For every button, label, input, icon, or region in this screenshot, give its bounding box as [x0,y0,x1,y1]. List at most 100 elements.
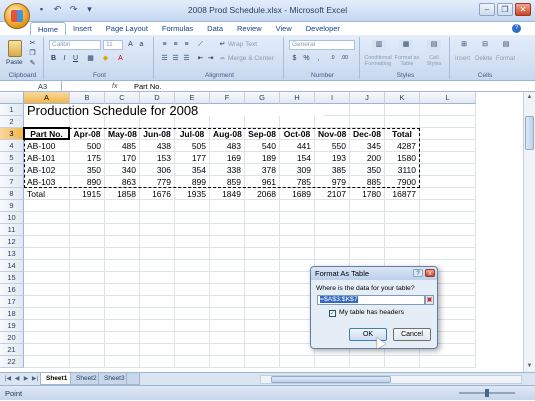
sheet-title-cell[interactable]: Production Schedule for 2008 [24,104,324,118]
cell[interactable] [70,332,105,344]
data-cell[interactable]: 338 [210,164,245,176]
cell[interactable] [210,260,245,272]
cell[interactable] [70,356,105,368]
data-cell[interactable]: 350 [350,164,385,176]
format-as-table-icon[interactable]: ▦ [399,40,413,52]
cell[interactable] [140,200,175,212]
cell[interactable] [24,272,70,284]
cell[interactable] [245,260,280,272]
column-header-j[interactable]: J [350,92,385,104]
close-icon[interactable]: ✕ [515,3,531,16]
column-header-l[interactable]: L [420,92,476,104]
format-button[interactable]: Format [496,56,515,62]
cell[interactable] [70,260,105,272]
cell[interactable] [350,116,385,128]
cell[interactable] [105,344,140,356]
cell[interactable] [175,308,210,320]
row-header-6[interactable]: 6 [0,164,24,176]
data-cell[interactable]: 175 [70,152,105,164]
cell[interactable] [350,248,385,260]
header-cell[interactable]: Jul-08 [175,128,210,140]
vertical-scroll-thumb[interactable] [525,116,534,150]
cell[interactable] [210,224,245,236]
cell[interactable] [140,332,175,344]
cell[interactable] [105,356,140,368]
paste-button[interactable]: Paste [6,59,23,66]
cell[interactable] [210,332,245,344]
data-cell[interactable]: 177 [175,152,210,164]
column-header-h[interactable]: H [280,92,315,104]
data-cell[interactable]: 890 [70,176,105,188]
cell[interactable] [420,212,476,224]
row-header-14[interactable]: 14 [0,260,24,272]
header-cell[interactable]: Apr-08 [70,128,105,140]
cell[interactable] [420,236,476,248]
cell[interactable] [175,200,210,212]
cell[interactable] [245,344,280,356]
data-cell[interactable]: 4287 [385,140,420,152]
formula-input[interactable]: Part No. [134,81,162,92]
cell[interactable] [210,272,245,284]
cell[interactable] [105,272,140,284]
format-as-table-button[interactable]: Format as Table [392,55,422,67]
borders-icon[interactable]: ▦ [86,54,95,63]
cell[interactable] [140,284,175,296]
comma-icon[interactable]: , [314,54,323,63]
cell[interactable] [140,296,175,308]
row-header-7[interactable]: 7 [0,176,24,188]
grow-font-icon[interactable]: A [126,40,135,49]
header-cell[interactable]: Jun-08 [140,128,175,140]
data-cell[interactable]: 540 [245,140,280,152]
tab-developer[interactable]: Developer [299,22,347,35]
cell[interactable] [175,272,210,284]
horizontal-scrollbar[interactable] [260,375,522,384]
cell[interactable] [245,200,280,212]
cell[interactable] [245,320,280,332]
cell[interactable] [70,212,105,224]
header-cell[interactable]: Part No. [24,128,70,140]
data-cell[interactable]: 378 [245,164,280,176]
data-cell[interactable]: 485 [105,140,140,152]
total-cell[interactable]: 2107 [315,188,350,200]
total-cell[interactable]: 1780 [350,188,385,200]
data-cell[interactable]: 863 [105,176,140,188]
cell[interactable] [245,272,280,284]
cell[interactable] [105,320,140,332]
cell[interactable] [385,200,420,212]
data-cell[interactable]: 153 [140,152,175,164]
cell[interactable] [175,212,210,224]
underline-icon[interactable]: U [71,54,80,63]
align-right-icon[interactable]: ☰ [182,54,191,63]
decrease-indent-icon[interactable]: ⇤ [196,54,205,63]
tab-data[interactable]: Data [200,22,230,35]
cell[interactable] [420,248,476,260]
cell[interactable] [24,236,70,248]
cell[interactable] [24,320,70,332]
first-sheet-icon[interactable]: |◀ [4,374,12,384]
cell[interactable] [70,344,105,356]
cell[interactable] [245,284,280,296]
cell[interactable] [210,320,245,332]
data-cell[interactable]: 859 [210,176,245,188]
data-cell[interactable]: 309 [280,164,315,176]
cell[interactable] [210,248,245,260]
cell[interactable] [420,224,476,236]
cell[interactable] [140,344,175,356]
cell[interactable] [140,320,175,332]
cell[interactable] [70,200,105,212]
cell[interactable] [175,224,210,236]
insert-button[interactable]: Insert [455,56,470,62]
table-range-input[interactable]: =$A$3:$K$7 [317,295,425,305]
column-header-i[interactable]: I [315,92,350,104]
row-header-21[interactable]: 21 [0,344,24,356]
row-header-12[interactable]: 12 [0,236,24,248]
row-header-20[interactable]: 20 [0,332,24,344]
align-top-icon[interactable]: ≡ [160,40,169,49]
cell[interactable] [350,200,385,212]
cell[interactable] [245,296,280,308]
cell[interactable] [24,344,70,356]
cell[interactable] [70,248,105,260]
italic-icon[interactable]: I [60,54,69,63]
data-cell[interactable]: 7900 [385,176,420,188]
row-header-9[interactable]: 9 [0,200,24,212]
